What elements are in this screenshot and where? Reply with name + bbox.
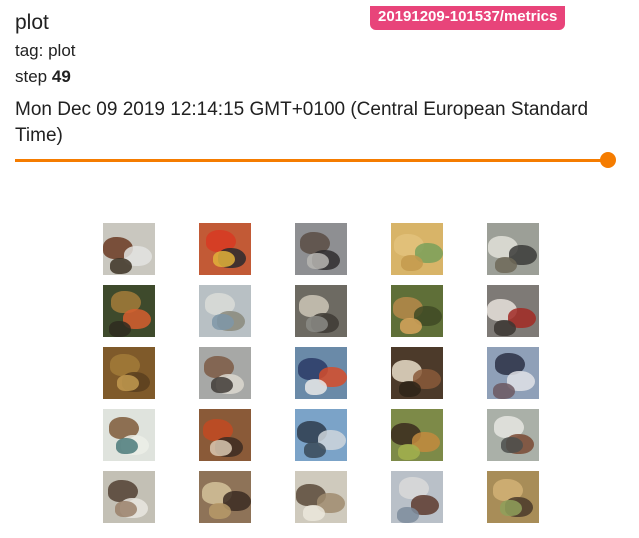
image-region — [213, 251, 235, 267]
generated-image — [391, 409, 443, 461]
image-region — [116, 438, 138, 454]
generated-image — [487, 285, 539, 337]
generated-image — [103, 471, 155, 523]
generated-image — [487, 347, 539, 399]
image-region — [211, 377, 233, 393]
tag-label: tag: — [15, 41, 44, 60]
generated-image — [487, 471, 539, 523]
generated-image — [391, 223, 443, 275]
image-region — [210, 440, 232, 456]
slider-thumb[interactable] — [600, 152, 616, 168]
image-region — [493, 383, 515, 399]
image-region — [501, 437, 523, 453]
image-region — [303, 505, 325, 521]
image-region — [500, 500, 522, 516]
image-region — [306, 316, 328, 332]
generated-image — [295, 409, 347, 461]
image-region — [109, 321, 131, 337]
image-region — [400, 318, 422, 334]
image-region — [307, 253, 329, 269]
generated-image — [199, 347, 251, 399]
image-region — [110, 258, 132, 274]
generated-image — [487, 409, 539, 461]
image-region — [494, 320, 516, 336]
generated-image — [103, 347, 155, 399]
image-region — [304, 442, 326, 458]
step-slider[interactable] — [15, 150, 616, 172]
generated-image — [199, 285, 251, 337]
run-badge: 20191209-101537/metrics — [370, 6, 566, 30]
image-region — [212, 314, 234, 330]
image-card: plot 20191209-101537/metrics tag: plot s… — [0, 0, 639, 538]
generated-image — [295, 223, 347, 275]
tag-value: plot — [48, 41, 76, 60]
image-region — [117, 375, 139, 391]
generated-image — [295, 347, 347, 399]
generated-image — [199, 409, 251, 461]
generated-image — [391, 347, 443, 399]
image-region — [399, 381, 421, 397]
slider-track[interactable] — [15, 159, 608, 162]
image-region — [398, 444, 420, 460]
generated-image — [391, 285, 443, 337]
generated-image — [199, 471, 251, 523]
image-region — [115, 501, 137, 517]
image-region — [495, 257, 517, 273]
image-region — [305, 379, 327, 395]
timestamp: Mon Dec 09 2019 12:14:15 GMT+0100 (Centr… — [15, 99, 589, 146]
generated-image — [487, 223, 539, 275]
step-label: step — [15, 67, 48, 86]
step-line: step 49 — [15, 66, 71, 88]
generated-image — [103, 223, 155, 275]
tag-line: tag: plot — [15, 40, 76, 62]
image-region — [209, 503, 231, 519]
generated-image — [103, 285, 155, 337]
generated-image — [295, 471, 347, 523]
card-title: plot — [15, 11, 49, 34]
image-region — [397, 507, 419, 523]
image-region — [401, 255, 423, 271]
generated-image — [103, 409, 155, 461]
generated-image — [199, 223, 251, 275]
generated-image — [295, 285, 347, 337]
generated-image — [391, 471, 443, 523]
step-value: 49 — [51, 67, 71, 86]
